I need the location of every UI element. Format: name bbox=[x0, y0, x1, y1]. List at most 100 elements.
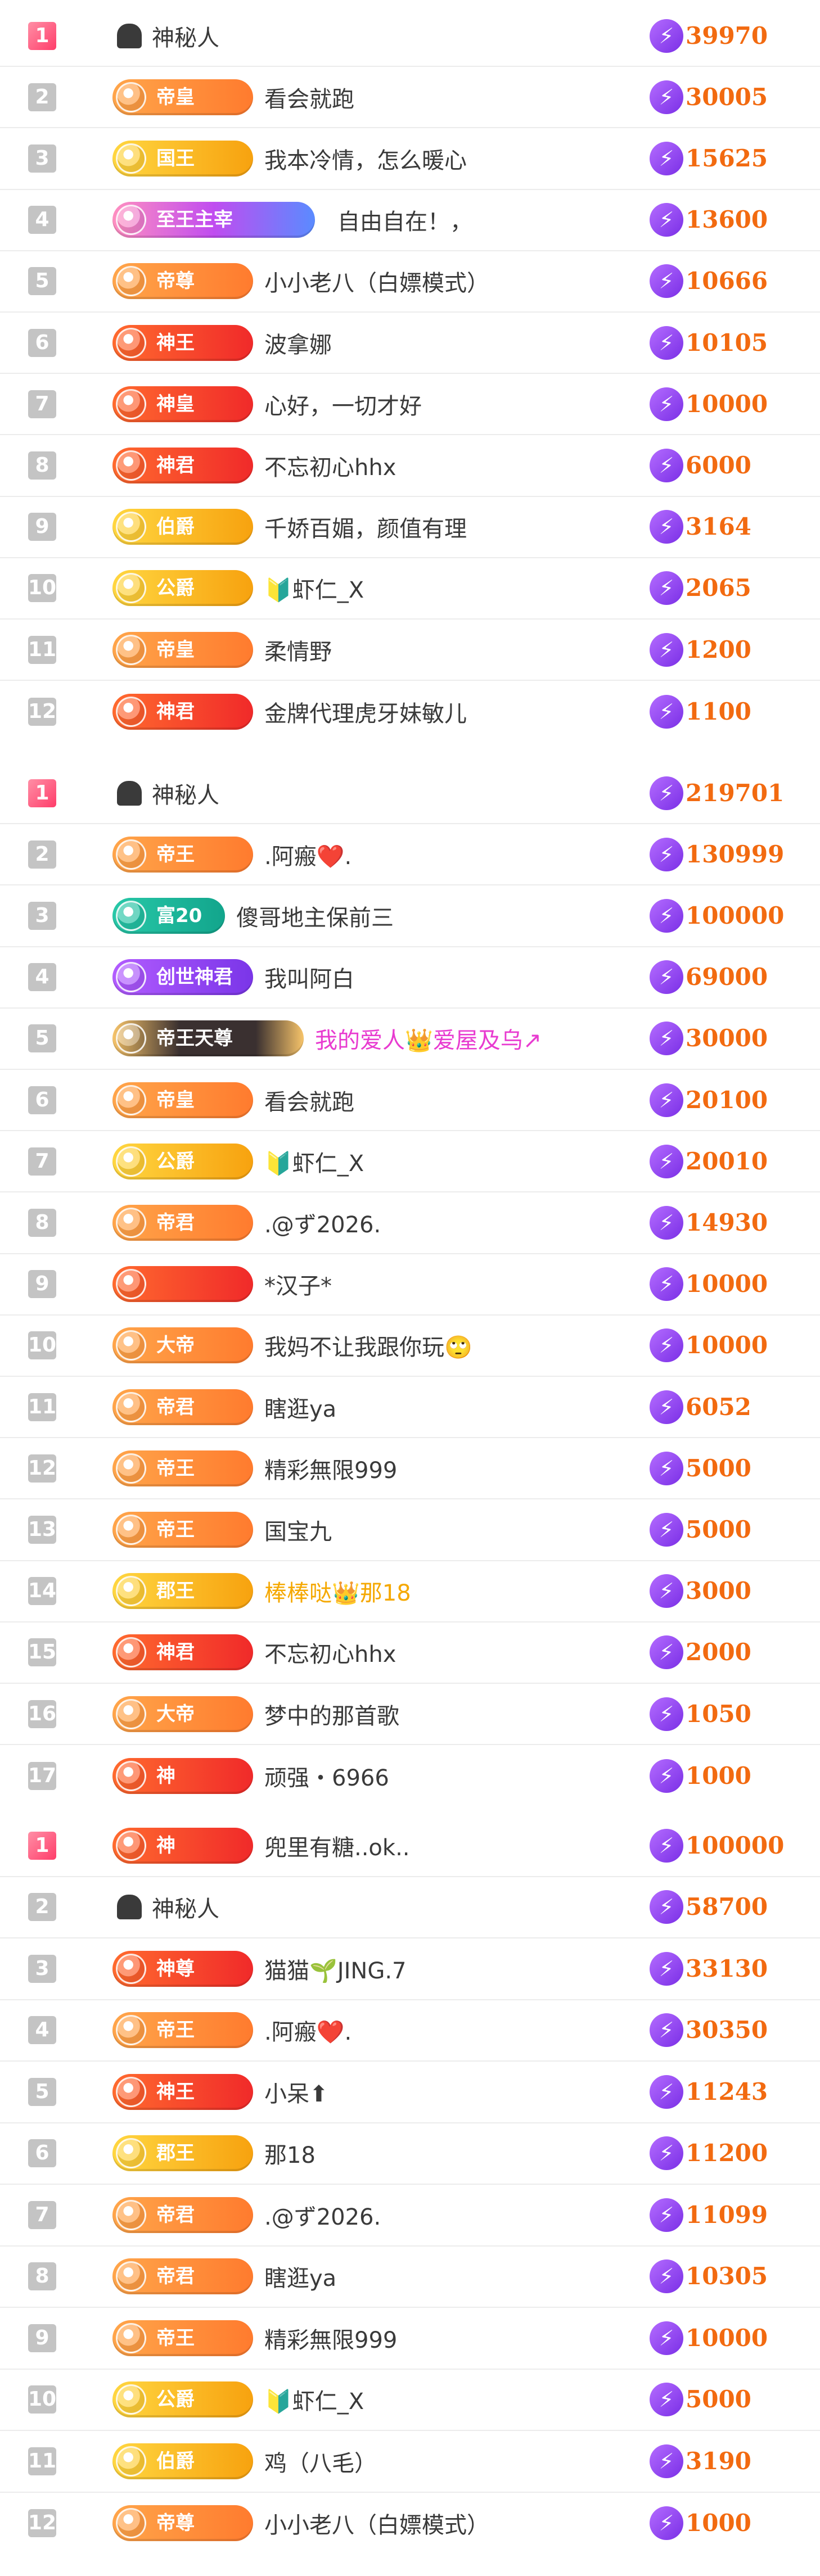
list-item[interactable]: 2 神秘人 ⚡ 58700 bbox=[0, 1877, 820, 1938]
user-name[interactable]: 鸡（八毛） bbox=[264, 2445, 377, 2478]
user-name[interactable]: 神秘人 bbox=[152, 20, 219, 52]
lightning-bolt-icon: ⚡ bbox=[650, 1951, 683, 1986]
score: ⚡ 10305 bbox=[650, 2259, 768, 2294]
score: ⚡ 6052 bbox=[650, 1390, 751, 1424]
user-name[interactable]: 自由自在！， bbox=[337, 204, 472, 236]
user-name[interactable]: 千娇百媚，颜值有理 bbox=[264, 510, 467, 543]
list-item[interactable]: 4 创世神君 我叫阿白 ⚡ 69000 bbox=[0, 947, 820, 1009]
badge-label: 帝王 bbox=[156, 1518, 195, 1541]
user-name[interactable]: 小小老八（白嫖模式） bbox=[264, 265, 489, 297]
list-item[interactable]: 1 神秘人 ⚡ 39970 bbox=[0, 6, 820, 67]
list-item[interactable]: 11 伯爵 鸡（八毛） ⚡ 3190 bbox=[0, 2431, 820, 2493]
user-name[interactable]: 看会就跑 bbox=[264, 1084, 354, 1117]
user-name[interactable]: .阿瘢❤️. bbox=[264, 2014, 352, 2046]
user-name[interactable]: 我的爱人👑爱屋及乌↗ bbox=[315, 1022, 542, 1055]
user-name[interactable]: 那18 bbox=[264, 2137, 316, 2170]
list-item[interactable]: 14 郡王 棒棒哒👑那18 ⚡ 3000 bbox=[0, 1561, 820, 1623]
list-item[interactable]: 6 帝皇 看会就跑 ⚡ 20100 bbox=[0, 1070, 820, 1132]
list-item[interactable]: 8 帝君 瞎逛ya ⚡ 10305 bbox=[0, 2247, 820, 2308]
level-badge: 郡王 bbox=[112, 2135, 253, 2172]
rank-number: 2 bbox=[28, 840, 56, 869]
list-item[interactable]: 11 帝皇 柔情野 ⚡ 1200 bbox=[0, 620, 820, 681]
user-name[interactable]: 神秘人 bbox=[152, 777, 219, 810]
list-item[interactable]: 3 富20 傻哥地主保前三 ⚡ 100000 bbox=[0, 885, 820, 947]
score-value: 1000 bbox=[686, 1761, 751, 1789]
list-item[interactable]: 2 帝王 .阿瘢❤️. ⚡ 130999 bbox=[0, 824, 820, 886]
list-item[interactable]: 6 神王 波拿娜 ⚡ 10105 bbox=[0, 313, 820, 374]
level-badge: 帝尊 bbox=[112, 2505, 253, 2542]
list-item[interactable]: 1 神秘人 ⚡ 219701 bbox=[0, 763, 820, 825]
user-name[interactable]: 柔情野 bbox=[264, 634, 332, 666]
list-item[interactable]: 4 帝王 .阿瘢❤️. ⚡ 30350 bbox=[0, 2000, 820, 2062]
user-name[interactable]: 兜里有糖..ok.. bbox=[264, 1829, 410, 1862]
list-item[interactable]: 3 国王 我本冷情，怎么暖心 ⚡ 15625 bbox=[0, 128, 820, 190]
user-name[interactable]: 我妈不让我跟你玩🙄 bbox=[264, 1329, 472, 1362]
user-name[interactable]: 🔰虾仁_X bbox=[264, 572, 364, 604]
user-name[interactable]: 看会就跑 bbox=[264, 81, 354, 114]
user-name[interactable]: .阿瘢❤️. bbox=[264, 838, 352, 871]
list-item[interactable]: 5 帝王天尊 我的爱人👑爱屋及乌↗ ⚡ 30000 bbox=[0, 1009, 820, 1070]
user-name[interactable]: 不忘初心hhx bbox=[264, 1636, 396, 1669]
list-item[interactable]: 16 大帝 梦中的那首歌 ⚡ 1050 bbox=[0, 1684, 820, 1746]
list-item[interactable]: 9 *汉子* ⚡ 10000 bbox=[0, 1254, 820, 1316]
user-name[interactable]: 顽强・6966 bbox=[264, 1760, 389, 1792]
list-item[interactable]: 7 神皇 心好，一切才好 ⚡ 10000 bbox=[0, 374, 820, 436]
list-item[interactable]: 15 神君 不忘初心hhx ⚡ 2000 bbox=[0, 1623, 820, 1684]
list-item[interactable]: 6 郡王 那18 ⚡ 11200 bbox=[0, 2123, 820, 2185]
user-name[interactable]: 国宝九 bbox=[264, 1513, 332, 1546]
score-value: 1050 bbox=[686, 1700, 751, 1728]
user-name[interactable]: 我本冷情，怎么暖心 bbox=[264, 142, 467, 175]
list-item[interactable]: 10 大帝 我妈不让我跟你玩🙄 ⚡ 10000 bbox=[0, 1316, 820, 1377]
list-item[interactable]: 7 公爵 🔰虾仁_X ⚡ 20010 bbox=[0, 1131, 820, 1193]
list-item[interactable]: 13 帝王 国宝九 ⚡ 5000 bbox=[0, 1499, 820, 1561]
list-item[interactable]: 12 帝王 精彩無限999 ⚡ 5000 bbox=[0, 1438, 820, 1500]
lightning-bolt-icon: ⚡ bbox=[650, 1205, 683, 1240]
list-item[interactable]: 2 帝皇 看会就跑 ⚡ 30005 bbox=[0, 67, 820, 129]
rank-number: 16 bbox=[28, 1700, 56, 1728]
user-name[interactable]: 心好，一切才好 bbox=[264, 388, 422, 421]
list-item[interactable]: 3 神尊 猫猫🌱JING.7 ⚡ 33130 bbox=[0, 1938, 820, 2000]
user-name[interactable]: 梦中的那首歌 bbox=[264, 1698, 399, 1730]
list-item[interactable]: 8 神君 不忘初心hhx ⚡ 6000 bbox=[0, 435, 820, 497]
user-name[interactable]: .@ず2026. bbox=[264, 2199, 381, 2231]
user-name[interactable]: 🔰虾仁_X bbox=[264, 2383, 364, 2416]
user-name[interactable]: 猫猫🌱JING.7 bbox=[264, 1953, 406, 1985]
user-name[interactable]: 瞎逛ya bbox=[264, 1391, 336, 1423]
medal-icon bbox=[116, 1330, 146, 1361]
list-item[interactable]: 12 帝尊 小小老八（白嫖模式） ⚡ 1000 bbox=[0, 2493, 820, 2555]
medal-icon bbox=[116, 1146, 146, 1177]
list-item[interactable]: 10 公爵 🔰虾仁_X ⚡ 2065 bbox=[0, 558, 820, 620]
list-item[interactable]: 12 神君 金牌代理虎牙妹敏儿 ⚡ 1100 bbox=[0, 681, 820, 742]
lightning-bolt-icon: ⚡ bbox=[650, 837, 683, 871]
user-name[interactable]: 瞎逛ya bbox=[264, 2260, 336, 2293]
list-item[interactable]: 7 帝君 .@ず2026. ⚡ 11099 bbox=[0, 2185, 820, 2247]
user-name[interactable]: 波拿娜 bbox=[264, 327, 332, 359]
user-name[interactable]: 棒棒哒👑那18 bbox=[264, 1575, 411, 1607]
lightning-bolt-icon: ⚡ bbox=[650, 1267, 683, 1301]
list-item[interactable]: 9 伯爵 千娇百媚，颜值有理 ⚡ 3164 bbox=[0, 497, 820, 558]
user-name[interactable]: 小小老八（白嫖模式） bbox=[264, 2507, 489, 2539]
list-item[interactable]: 8 帝君 .@ず2026. ⚡ 14930 bbox=[0, 1192, 820, 1254]
list-item[interactable]: 11 帝君 瞎逛ya ⚡ 6052 bbox=[0, 1377, 820, 1439]
score-value: 1200 bbox=[686, 635, 751, 663]
list-item[interactable]: 9 帝王 精彩無限999 ⚡ 10000 bbox=[0, 2308, 820, 2370]
lightning-bolt-icon: ⚡ bbox=[650, 898, 683, 933]
list-item[interactable]: 5 神王 小呆⬆ ⚡ 11243 bbox=[0, 2062, 820, 2123]
user-name[interactable]: 金牌代理虎牙妹敏儿 bbox=[264, 695, 467, 728]
user-name[interactable]: .@ず2026. bbox=[264, 1206, 381, 1239]
list-item[interactable]: 17 神 顽强・6966 ⚡ 1000 bbox=[0, 1745, 820, 1806]
list-item[interactable]: 4 至王主宰 自由自在！， ⚡ 13600 bbox=[0, 190, 820, 251]
user-name[interactable]: 神秘人 bbox=[152, 1891, 219, 1923]
list-item[interactable]: 5 帝尊 小小老八（白嫖模式） ⚡ 10666 bbox=[0, 251, 820, 313]
list-item[interactable]: 10 公爵 🔰虾仁_X ⚡ 5000 bbox=[0, 2370, 820, 2431]
user-name[interactable]: 精彩無限999 bbox=[264, 1452, 397, 1485]
user-name[interactable]: 🔰虾仁_X bbox=[264, 1145, 364, 1178]
user-name[interactable]: 傻哥地主保前三 bbox=[236, 900, 394, 932]
list-item[interactable]: 1 神 兜里有糖..ok.. ⚡ 100000 bbox=[0, 1815, 820, 1877]
score-value: 11243 bbox=[686, 2077, 768, 2105]
user-name[interactable]: *汉子* bbox=[264, 1268, 332, 1300]
user-name[interactable]: 精彩無限999 bbox=[264, 2322, 397, 2354]
user-name[interactable]: 我叫阿白 bbox=[264, 961, 354, 993]
user-name[interactable]: 小呆⬆ bbox=[264, 2076, 328, 2108]
user-name[interactable]: 不忘初心hhx bbox=[264, 449, 396, 482]
